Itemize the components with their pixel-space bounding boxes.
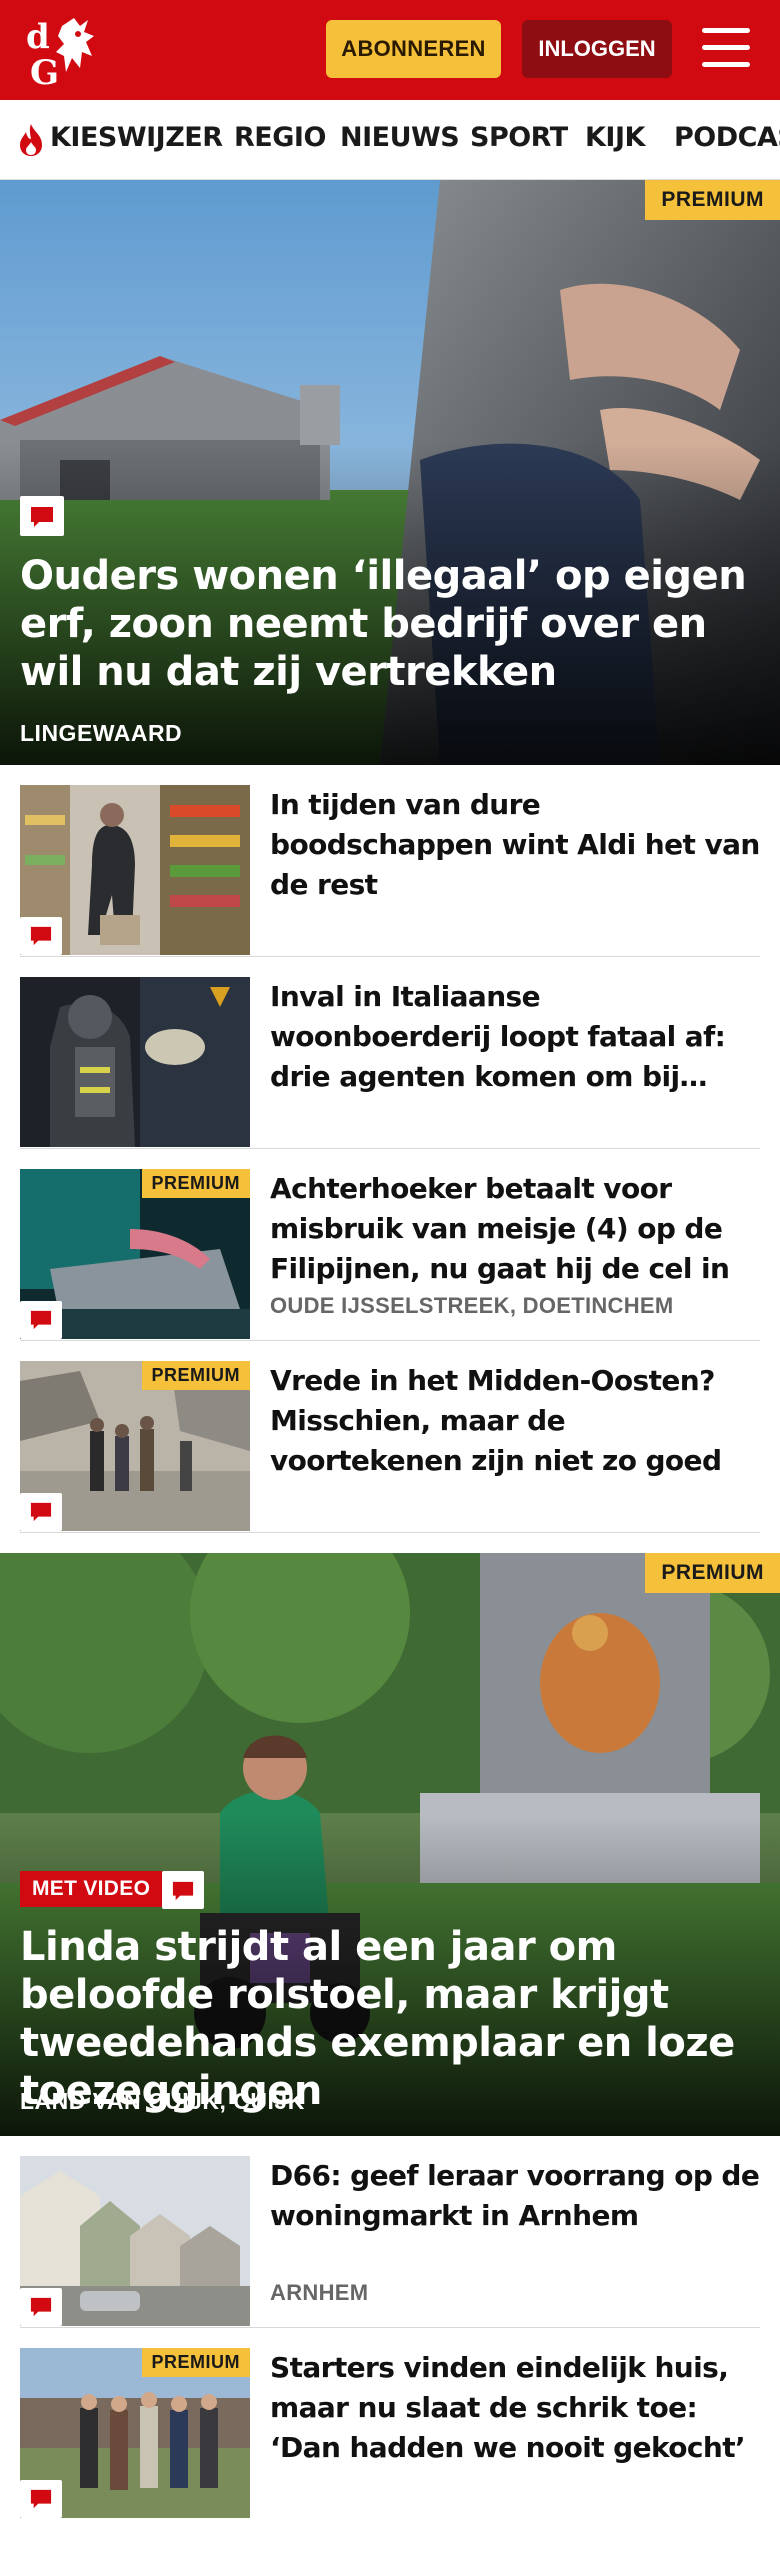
nav-item-regio[interactable]: REGIO xyxy=(234,122,326,153)
nav-item-podcast[interactable]: PODCAS xyxy=(674,122,780,153)
hero-location-2: LAND VAN CUIJK, CUIJK xyxy=(20,2088,305,2114)
comment-icon xyxy=(20,917,62,955)
subscribe-button[interactable]: ABONNEREN xyxy=(326,20,501,78)
hero-article-2[interactable]: PREMIUM MET VIDEO Linda strijdt al een j… xyxy=(0,1553,780,2136)
article-thumbnail: PREMIUM xyxy=(20,1361,250,1531)
premium-badge: PREMIUM xyxy=(141,2348,250,2377)
login-button[interactable]: INLOGGEN xyxy=(522,20,672,78)
comment-icon xyxy=(20,1301,62,1339)
flame-icon xyxy=(20,124,42,156)
article-location: OUDE IJSSELSTREEK, DOETINCHEM xyxy=(270,1293,674,1318)
comment-icon xyxy=(20,1493,62,1531)
hero-article-1[interactable]: PREMIUM Ouders wonen ‘illegaal’ op eigen… xyxy=(0,180,780,765)
list-item[interactable]: D66: geef leraar voorrang op de woningma… xyxy=(20,2136,760,2328)
article-location: ARNHEM xyxy=(270,2280,369,2305)
article-thumbnail xyxy=(20,2156,250,2326)
hero-title-2[interactable]: Linda strijdt al een jaar om beloofde ro… xyxy=(20,1923,750,2115)
hero-location-1: LINGEWAARD xyxy=(20,720,183,746)
nav-item-nieuws[interactable]: NIEUWS xyxy=(340,122,460,153)
article-title[interactable]: Starters vinden eindelijk huis, maar nu … xyxy=(270,2348,760,2468)
premium-badge: PREMIUM xyxy=(645,180,780,220)
svg-text:G: G xyxy=(30,53,59,90)
top-bar: d G ABONNEREN INLOGGEN xyxy=(0,0,780,100)
premium-badge: PREMIUM xyxy=(141,1361,250,1390)
article-title[interactable]: Vrede in het Midden-Oosten? Misschien, m… xyxy=(270,1361,760,1481)
dg-logo[interactable]: d G xyxy=(22,12,112,93)
list-item[interactable]: PREMIUM Starters vinden eindelijk huis, … xyxy=(20,2328,760,2560)
article-title[interactable]: In tijden van dure boodschappen wint Ald… xyxy=(270,785,760,905)
list-item[interactable]: In tijden van dure boodschappen wint Ald… xyxy=(20,765,760,957)
article-thumbnail: PREMIUM xyxy=(20,1169,250,1339)
nav-item-kieswijzer[interactable]: KIESWIJZER xyxy=(50,122,223,153)
article-thumbnail xyxy=(20,977,250,1147)
nav-item-kijk[interactable]: KIJK xyxy=(585,122,645,153)
article-title[interactable]: Achterhoeker betaalt voor misbruik van m… xyxy=(270,1169,760,1289)
nav-item-sport[interactable]: SPORT xyxy=(470,122,568,153)
list-item[interactable]: Inval in Italiaanse woonboerderij loopt … xyxy=(20,957,760,1149)
article-thumbnail xyxy=(20,785,250,955)
article-title[interactable]: Inval in Italiaanse woonboerderij loopt … xyxy=(270,977,760,1097)
list-item[interactable]: PREMIUM Achterhoeker betaalt voor misbru… xyxy=(20,1149,760,1341)
svg-text:d: d xyxy=(26,17,50,57)
comment-icon xyxy=(20,496,64,536)
video-badge: MET VIDEO xyxy=(20,1871,163,1907)
article-thumbnail: PREMIUM xyxy=(20,2348,250,2518)
comment-icon xyxy=(20,2288,62,2326)
hero-title-1[interactable]: Ouders wonen ‘illegaal’ op eigen erf, zo… xyxy=(20,552,750,696)
premium-badge: PREMIUM xyxy=(645,1553,780,1593)
premium-badge: PREMIUM xyxy=(141,1169,250,1198)
comment-icon xyxy=(20,2480,62,2518)
list-item[interactable]: PREMIUM Vrede in het Midden-Oosten? Miss… xyxy=(20,1341,760,1533)
comment-icon xyxy=(162,1871,204,1909)
article-title[interactable]: D66: geef leraar voorrang op de woningma… xyxy=(270,2156,760,2236)
main-nav: KIESWIJZER REGIO NIEUWS SPORT KIJK PODCA… xyxy=(0,100,780,180)
hamburger-icon[interactable] xyxy=(702,28,750,68)
